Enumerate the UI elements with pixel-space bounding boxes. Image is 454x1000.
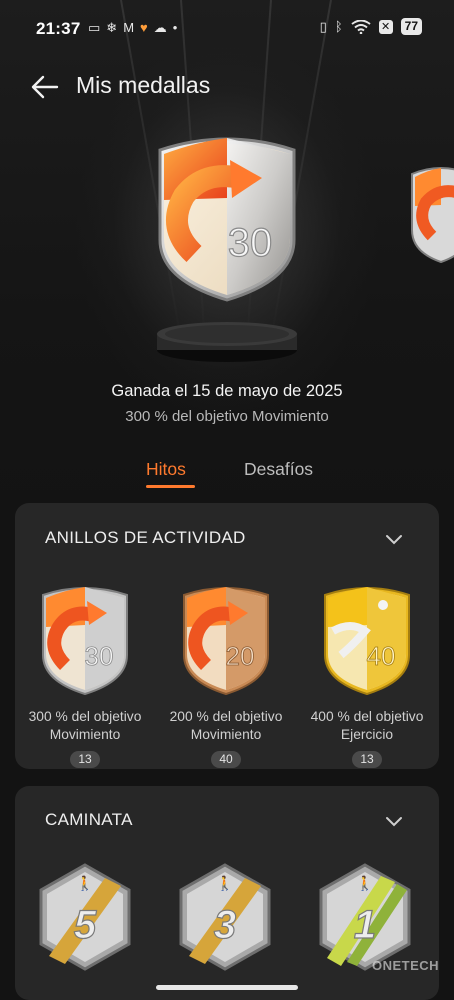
snowflake-icon: ❄ xyxy=(106,20,118,35)
gmail-icon: M xyxy=(123,20,135,35)
chevron-down-icon[interactable] xyxy=(385,816,403,828)
pedestal xyxy=(157,322,297,362)
medal-caption-line2: Movimiento xyxy=(190,727,262,742)
section-title-walking: CAMINATA xyxy=(45,810,133,829)
active-tab-indicator xyxy=(146,485,195,488)
medal-silver[interactable]: 30 xyxy=(37,581,133,697)
dot-icon: • xyxy=(172,20,178,35)
medal-count-badge: 13 xyxy=(352,751,382,768)
video-icon: ▭ xyxy=(88,20,101,35)
medal-caption-line1: 400 % del objetivo xyxy=(310,709,424,724)
status-left-icons: ▭ ❄ M ♥ ☁ • xyxy=(88,19,177,37)
medal-count-badge: 40 xyxy=(211,751,241,768)
wifi-icon xyxy=(351,19,371,34)
medal-number: 30 xyxy=(85,641,114,671)
page-title: Mis medallas xyxy=(76,72,211,98)
hero-medal[interactable]: 30 xyxy=(150,128,304,304)
gesture-nav-bar[interactable] xyxy=(156,985,298,990)
tab-hitos[interactable]: Hitos xyxy=(146,459,186,480)
medal-number: 20 xyxy=(226,641,255,671)
medal-caption-line1: 300 % del objetivo xyxy=(28,709,142,724)
status-time: 21:37 xyxy=(36,19,81,38)
activity-rings-card: ANILLOS DE ACTIVIDAD 30 20 40 300 % del … xyxy=(15,503,439,769)
next-medal-peek[interactable] xyxy=(406,160,454,264)
medal-count-badge: 13 xyxy=(70,751,100,768)
medal-gold[interactable]: 40 xyxy=(319,581,415,697)
goal-description: 300 % del objetivo Movimiento xyxy=(125,408,329,425)
medal-bronze[interactable]: 20 xyxy=(178,581,274,697)
walking-medal[interactable]: 5 🚶 xyxy=(35,862,135,972)
medal-caption: 300 % del objetivo Movimiento xyxy=(15,708,155,744)
bluetooth-icon: ᛒ xyxy=(334,19,343,34)
medal-number: 3 xyxy=(214,903,236,947)
medal-number: 40 xyxy=(367,641,396,671)
earned-date: Ganada el 15 de mayo de 2025 xyxy=(111,382,343,400)
svg-text:🚶: 🚶 xyxy=(216,875,233,892)
status-bar: 21:37 ▭ ❄ M ♥ ☁ • ▯ ᛒ ✕ 77 xyxy=(0,0,454,56)
status-right-icons: ▯ ᛒ ✕ 77 xyxy=(320,18,422,35)
walking-medal[interactable]: 3 🚶 xyxy=(175,862,275,972)
medal-number: 5 xyxy=(74,903,97,947)
back-arrow-icon[interactable] xyxy=(28,72,62,102)
hero-medal-number: 30 xyxy=(228,221,273,265)
medal-caption: 200 % del objetivo Movimiento xyxy=(156,708,296,744)
watermark: ONETECH xyxy=(372,958,440,973)
medal-caption-line2: Movimiento xyxy=(49,727,121,742)
walking-medal[interactable]: 1 🚶 xyxy=(315,862,415,972)
section-title-activity-rings: ANILLOS DE ACTIVIDAD xyxy=(45,528,246,547)
svg-text:🚶: 🚶 xyxy=(76,875,93,892)
medal-caption-line2: Ejercicio xyxy=(340,727,394,742)
medal-caption-line1: 200 % del objetivo xyxy=(169,709,283,724)
cloud-icon: ☁ xyxy=(153,20,167,35)
medal-caption: 400 % del objetivo Ejercicio xyxy=(297,708,437,744)
vibrate-icon: ▯ xyxy=(319,18,327,34)
battery-icon: 77 xyxy=(400,18,422,35)
medal-number: 1 xyxy=(354,903,376,947)
svg-text:🚶: 🚶 xyxy=(356,875,373,892)
heart-icon: ♥ xyxy=(140,20,148,35)
x-icon: ✕ xyxy=(378,19,393,34)
chevron-down-icon[interactable] xyxy=(385,534,403,546)
tab-desafios[interactable]: Desafíos xyxy=(244,459,313,480)
